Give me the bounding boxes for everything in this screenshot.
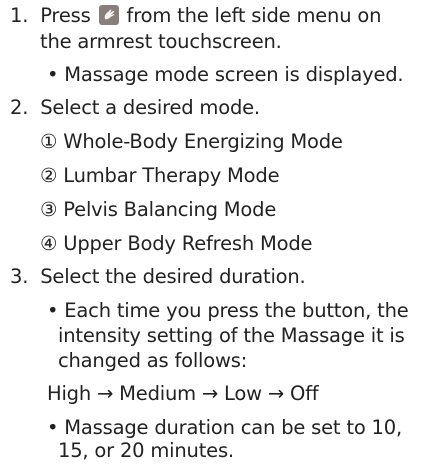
- step-3-text: Select the desired duration.: [40, 265, 306, 288]
- mode-item-2: ② Lumbar Therapy Mode: [40, 164, 280, 187]
- step-3-bullet-1-line-1: • Each time you press the button, the: [47, 299, 409, 322]
- mode-item-1: ① Whole-Body Energizing Mode: [40, 130, 343, 153]
- step-3-bullet-2-line-2: 15, or 20 minutes.: [58, 439, 234, 462]
- step-1-number: 1.: [10, 4, 29, 27]
- step-1-line-2: the armrest touchscreen.: [40, 30, 282, 53]
- step-3-number: 3.: [10, 265, 29, 288]
- step-3-line: 3. Select the desired duration.: [10, 264, 306, 290]
- mode-item-3: ③ Pelvis Balancing Mode: [40, 198, 277, 221]
- mode-item-4: ④ Upper Body Refresh Mode: [40, 232, 313, 255]
- instruction-list: 1. Press from the left side menu on the …: [0, 0, 448, 462]
- step-1-text-after: from the left side menu on: [126, 4, 382, 27]
- step-2-text: Select a desired mode.: [40, 96, 260, 119]
- step-1-bullet: • Massage mode screen is displayed.: [47, 63, 404, 86]
- step-1-line-1: 1. Press from the left side menu on: [10, 3, 381, 29]
- step-3-bullet-1-line-3: changed as follows:: [58, 349, 248, 372]
- step-2-line: 2. Select a desired mode.: [10, 95, 260, 121]
- step-2-number: 2.: [10, 96, 29, 119]
- massage-icon: [98, 5, 119, 25]
- step-3-bullet-1-line-2: intensity setting of the Massage it is: [58, 324, 405, 347]
- step-1-text-before: Press: [40, 4, 91, 27]
- intensity-sequence: High → Medium → Low → Off: [47, 382, 319, 405]
